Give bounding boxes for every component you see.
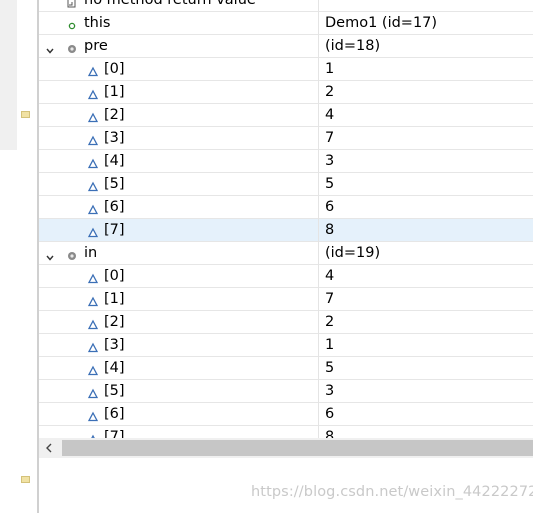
variable-name: [7] bbox=[104, 429, 125, 438]
variable-value: 1 bbox=[325, 337, 335, 353]
array-element-icon bbox=[87, 385, 99, 399]
variable-name: [7] bbox=[104, 222, 125, 238]
variable-value: 6 bbox=[325, 199, 335, 215]
scrollbar-thumb[interactable] bbox=[62, 440, 533, 456]
chevron-down-icon[interactable] bbox=[45, 248, 55, 261]
variable-name: [1] bbox=[104, 291, 125, 307]
watermark: https://blog.csdn.net/weixin_44222272 bbox=[251, 484, 533, 500]
variable-value: 8 bbox=[325, 429, 335, 438]
variable-value: 3 bbox=[325, 153, 335, 169]
variable-value: 8 bbox=[325, 222, 335, 238]
variable-value: 5 bbox=[325, 176, 335, 192]
local-variable-icon bbox=[66, 247, 78, 260]
variable-name: in bbox=[84, 245, 98, 261]
variable-value: (id=18) bbox=[325, 38, 381, 54]
variable-name: [5] bbox=[104, 176, 125, 192]
tree-row[interactable]: [5] 3 bbox=[39, 380, 533, 403]
array-element-icon bbox=[87, 155, 99, 169]
variable-value: 2 bbox=[325, 314, 335, 330]
variable-name: [4] bbox=[104, 153, 125, 169]
field-circle-icon bbox=[66, 17, 78, 30]
tree-node-expanded[interactable]: pre (id=18) bbox=[39, 35, 533, 58]
tree-row[interactable]: [4] 3 bbox=[39, 150, 533, 173]
variable-value: 2 bbox=[325, 84, 335, 100]
array-element-icon bbox=[87, 63, 99, 77]
variable-value: 3 bbox=[325, 383, 335, 399]
scroll-left-button[interactable] bbox=[39, 438, 61, 458]
variable-value: 7 bbox=[325, 291, 335, 307]
chevron-left-icon bbox=[46, 443, 52, 453]
array-element-icon bbox=[87, 431, 99, 438]
array-element-icon bbox=[87, 316, 99, 330]
local-variable-icon bbox=[66, 40, 78, 53]
array-element-icon bbox=[87, 362, 99, 376]
overview-ruler-marker[interactable] bbox=[21, 111, 30, 118]
tree-row[interactable]: [2] 2 bbox=[39, 311, 533, 334]
variable-name: [6] bbox=[104, 406, 125, 422]
tree-row[interactable]: [6] 6 bbox=[39, 196, 533, 219]
variable-name: [3] bbox=[104, 337, 125, 353]
variable-name: pre bbox=[84, 38, 108, 54]
variables-tree[interactable]: no method return value this Demo1 (id=17) p… bbox=[39, 0, 533, 438]
array-element-icon bbox=[87, 339, 99, 353]
variable-name: [1] bbox=[104, 84, 125, 100]
variable-value: 7 bbox=[325, 130, 335, 146]
tree-row[interactable]: [1] 7 bbox=[39, 288, 533, 311]
editor-gutter bbox=[0, 0, 17, 513]
array-element-icon bbox=[87, 224, 99, 238]
tree-row[interactable]: [7] 8 bbox=[39, 219, 533, 242]
variable-name: [6] bbox=[104, 199, 125, 215]
variable-value: Demo1 (id=17) bbox=[325, 15, 438, 31]
tree-row[interactable]: [5] 5 bbox=[39, 173, 533, 196]
tree-row[interactable]: [2] 4 bbox=[39, 104, 533, 127]
variable-name: this bbox=[84, 15, 111, 31]
return-value-icon bbox=[66, 0, 78, 8]
variable-name: [4] bbox=[104, 360, 125, 376]
variable-value: (id=19) bbox=[325, 245, 381, 261]
array-element-icon bbox=[87, 201, 99, 215]
overview-ruler-marker[interactable] bbox=[21, 476, 30, 483]
tree-row[interactable]: [7] 8 bbox=[39, 426, 533, 438]
gutter-lower bbox=[0, 150, 17, 513]
variable-name: [2] bbox=[104, 107, 125, 123]
variable-name: [3] bbox=[104, 130, 125, 146]
variable-name: [0] bbox=[104, 268, 125, 284]
variable-value: 6 bbox=[325, 406, 335, 422]
array-element-icon bbox=[87, 270, 99, 284]
variable-name: [2] bbox=[104, 314, 125, 330]
tree-row[interactable]: [1] 2 bbox=[39, 81, 533, 104]
tree-node-expanded[interactable]: in (id=19) bbox=[39, 242, 533, 265]
horizontal-scrollbar[interactable] bbox=[39, 438, 533, 458]
array-element-icon bbox=[87, 178, 99, 192]
variable-value: 5 bbox=[325, 360, 335, 376]
array-element-icon bbox=[87, 293, 99, 307]
variable-value: 1 bbox=[325, 61, 335, 77]
array-element-icon bbox=[87, 132, 99, 146]
variable-name: no method return value bbox=[84, 0, 256, 8]
variable-name: [0] bbox=[104, 61, 125, 77]
array-element-icon bbox=[87, 109, 99, 123]
chevron-down-icon[interactable] bbox=[45, 41, 55, 54]
tree-row[interactable]: no method return value bbox=[39, 0, 533, 12]
tree-row[interactable]: this Demo1 (id=17) bbox=[39, 12, 533, 35]
variable-value: 4 bbox=[325, 268, 335, 284]
variable-value: 4 bbox=[325, 107, 335, 123]
array-element-icon bbox=[87, 408, 99, 422]
tree-row[interactable]: [3] 7 bbox=[39, 127, 533, 150]
variable-name: [5] bbox=[104, 383, 125, 399]
column-divider[interactable] bbox=[318, 0, 319, 438]
tree-row[interactable]: [4] 5 bbox=[39, 357, 533, 380]
tree-row[interactable]: [3] 1 bbox=[39, 334, 533, 357]
array-element-icon bbox=[87, 86, 99, 100]
tree-row[interactable]: [0] 4 bbox=[39, 265, 533, 288]
tree-row[interactable]: [6] 6 bbox=[39, 403, 533, 426]
tree-row[interactable]: [0] 1 bbox=[39, 58, 533, 81]
